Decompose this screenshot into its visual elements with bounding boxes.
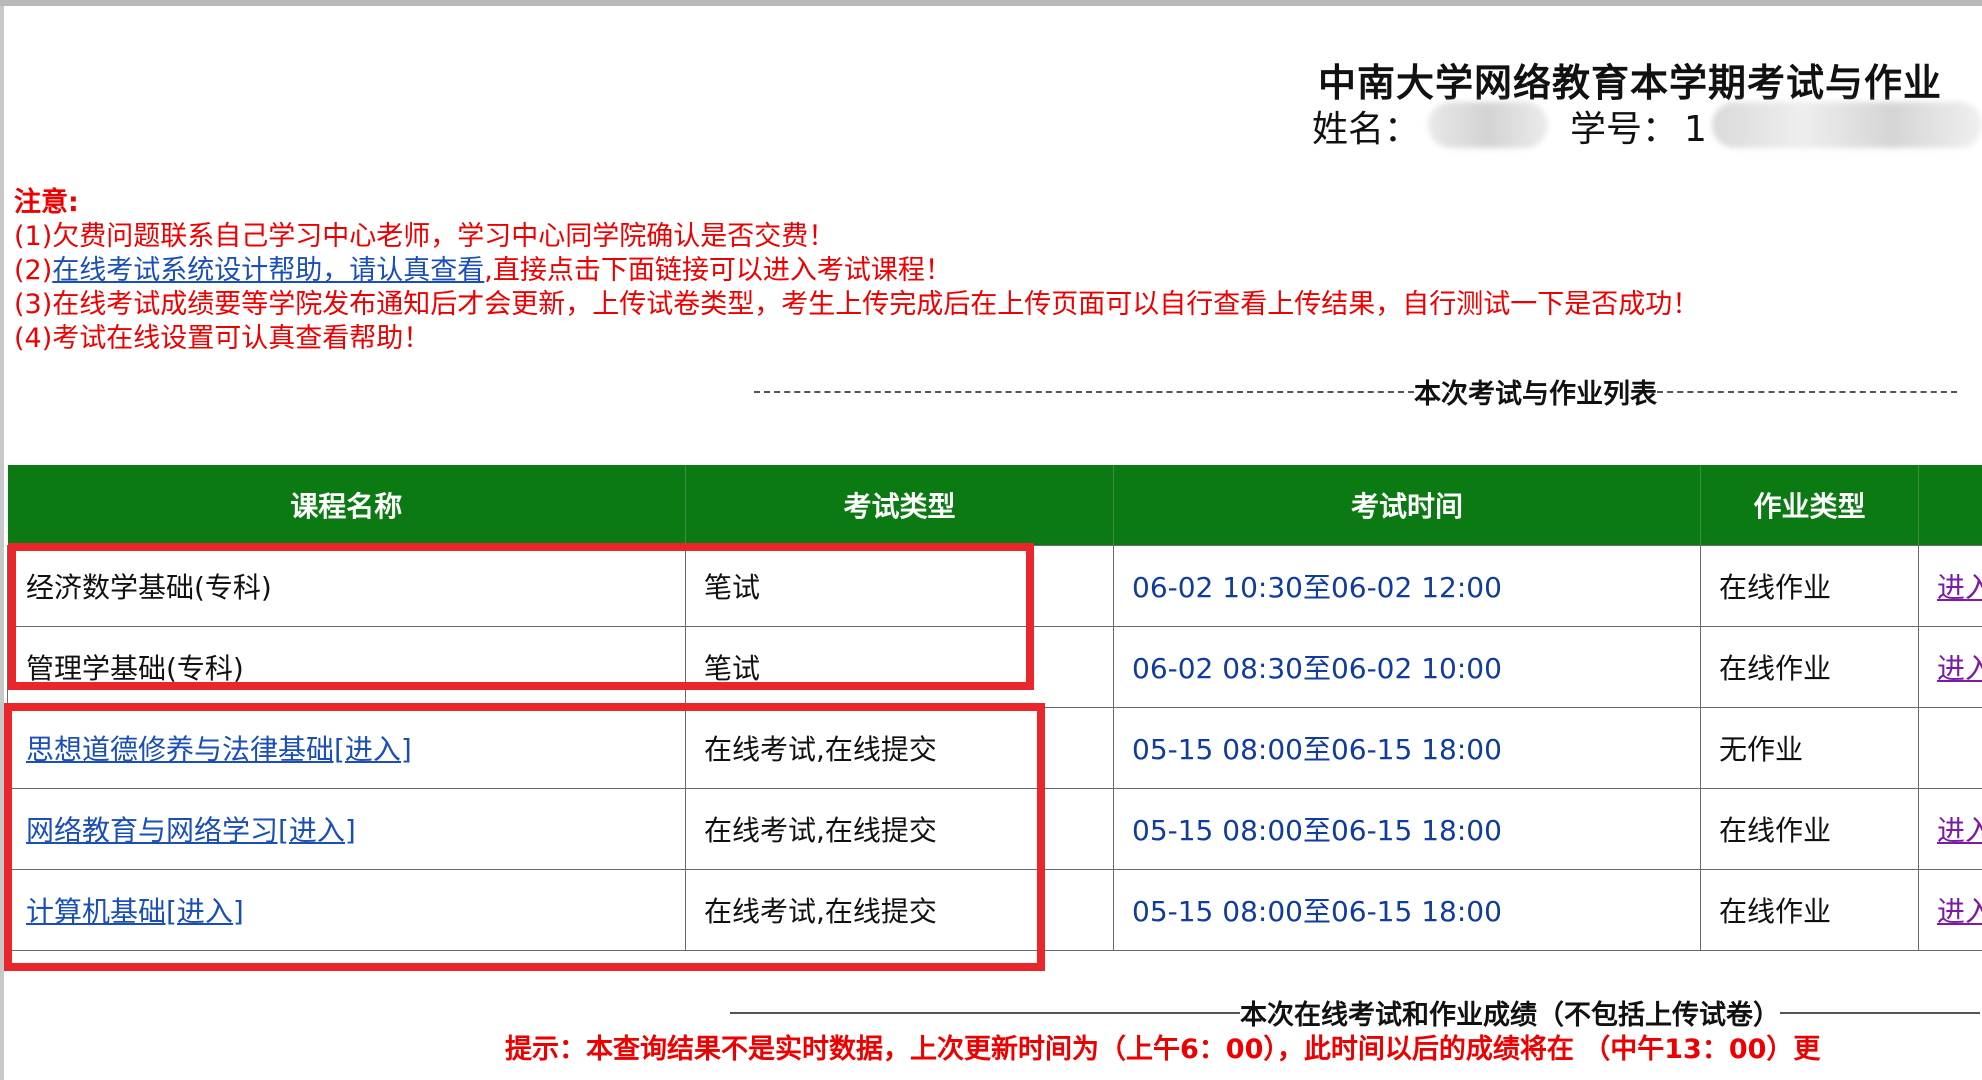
notice-item-2-suffix: ,直接点击下面链接可以进入考试课程！: [484, 255, 952, 286]
top-border: [0, 0, 1982, 6]
divider-right: [1657, 390, 1957, 393]
highlight-box-written-exams: [8, 543, 1034, 690]
enter-homework-link[interactable]: 进入: [1937, 895, 1982, 928]
notice-item-2: (2)在线考试系统设计帮助，请认真查看,直接点击下面链接可以进入考试课程！: [14, 254, 1699, 288]
highlight-box-online-exams: [4, 703, 1045, 971]
enter-homework-link[interactable]: 进入: [1937, 814, 1982, 847]
exam-list-section-header: 本次考试与作业列表: [754, 372, 1957, 411]
homework-type: 无作业: [1700, 707, 1919, 789]
homework-type: 在线作业: [1700, 869, 1919, 951]
action-cell: 进入: [1918, 869, 1982, 951]
col-header-exam-type: 考试类型: [685, 465, 1114, 546]
notice-item-2-prefix: (2): [14, 255, 53, 286]
enter-homework-link[interactable]: 进入: [1937, 571, 1982, 604]
enter-homework-link[interactable]: 进入: [1937, 652, 1982, 685]
col-header-action: [1918, 465, 1982, 546]
redacted-student-id: [1712, 102, 1982, 148]
divider-left: [730, 1011, 1240, 1014]
student-id-value: 1: [1684, 109, 1707, 150]
page-title: 中南大学网络教育本学期考试与作业: [1318, 61, 1943, 105]
name-label: 姓名：: [1312, 109, 1421, 150]
col-header-course: 课程名称: [7, 465, 686, 546]
notice-block: 注意: (1)欠费问题联系自己学习中心老师，学习中心同学院确认是否交费！ (2)…: [14, 186, 1699, 356]
notice-item-1: (1)欠费问题联系自己学习中心老师，学习中心同学院确认是否交费！: [14, 221, 836, 252]
divider-left: [754, 390, 1414, 393]
table-header-row: 课程名称 考试类型 考试时间 作业类型: [7, 465, 1982, 546]
student-id-label: 学号：: [1570, 109, 1679, 150]
divider-right: [1780, 1011, 1980, 1014]
action-cell: 进入: [1918, 626, 1982, 708]
help-link[interactable]: 在线考试系统设计帮助，请认真查看: [52, 255, 484, 286]
action-cell: 进入: [1918, 788, 1982, 870]
homework-type: 在线作业: [1700, 545, 1919, 627]
notice-item-3: (3)在线考试成绩要等学院发布通知后才会更新，上传试卷类型，考生上传完成后在上传…: [14, 289, 1700, 320]
update-tip: 提示：本查询结果不是实时数据，上次更新时间为（上午6：00），此时间以后的成绩将…: [505, 1034, 1821, 1065]
exam-time: 05-15 08:00至06-15 18:00: [1113, 788, 1701, 870]
exam-time: 06-02 10:30至06-02 12:00: [1113, 545, 1701, 627]
action-cell: 进入: [1918, 545, 1982, 627]
col-header-exam-time: 考试时间: [1113, 465, 1701, 546]
exam-time: 05-15 08:00至06-15 18:00: [1113, 707, 1701, 789]
homework-type: 在线作业: [1700, 788, 1919, 870]
exam-time: 06-02 08:30至06-02 10:00: [1113, 626, 1701, 708]
homework-type: 在线作业: [1700, 626, 1919, 708]
notice-item-4: (4)考试在线设置可认真查看帮助！: [14, 323, 431, 354]
col-header-homework-type: 作业类型: [1700, 465, 1919, 546]
exam-time: 05-15 08:00至06-15 18:00: [1113, 869, 1701, 951]
redacted-name: [1428, 102, 1548, 148]
exam-list-title: 本次考试与作业列表: [1414, 379, 1657, 410]
notice-title: 注意:: [14, 187, 79, 218]
action-cell: [1918, 707, 1982, 789]
